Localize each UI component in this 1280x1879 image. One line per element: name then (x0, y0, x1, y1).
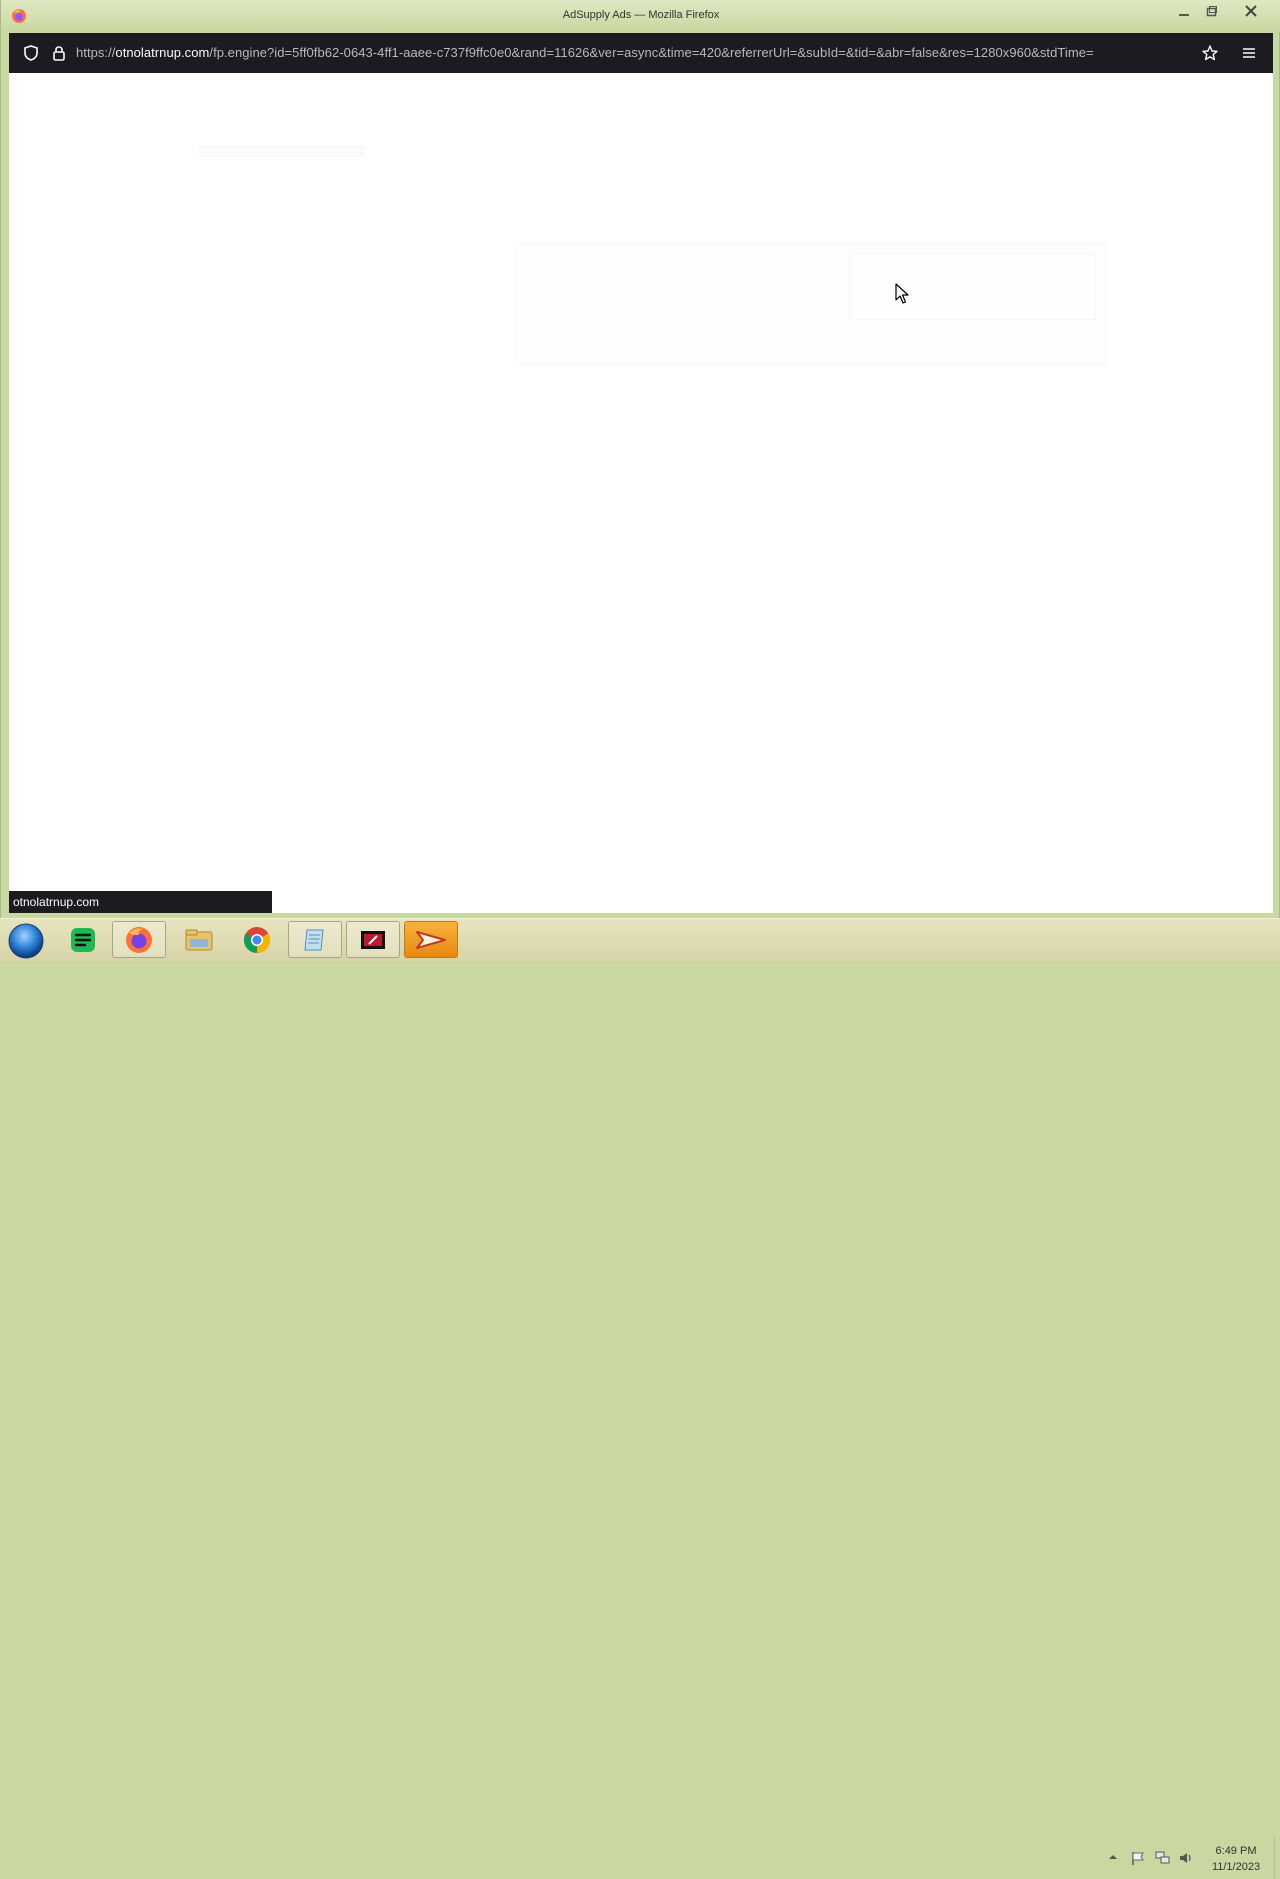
clock-time: 6:49 PM (1215, 1845, 1257, 1857)
taskbar-chrome[interactable] (230, 921, 284, 958)
window-title: AdSupply Ads — Mozilla Firefox (562, 9, 720, 21)
lock-icon[interactable] (50, 44, 68, 62)
browser-window: AdSupply Ads — Mozilla Firefox https://o… (0, 0, 1280, 918)
minimize-icon (1179, 14, 1189, 16)
minimize-button[interactable] (1171, 3, 1197, 19)
status-link-preview: otnolatrnup.com (9, 891, 272, 913)
page-content (9, 73, 1273, 913)
bookmark-star-icon[interactable] (1201, 44, 1219, 62)
taskbar-firefox[interactable] (112, 921, 166, 958)
navigation-bar: https://otnolatrnup.com/fp.engine?id=5ff… (9, 33, 1273, 73)
url-path: /fp.engine?id=5ff0fb62-0643-4ff1-aaee-c7… (209, 45, 1094, 60)
firefox-icon (126, 926, 152, 953)
network-icon[interactable] (1154, 1850, 1170, 1866)
taskbar-adsupply-app[interactable] (404, 921, 458, 958)
adsupply-app-icon (416, 930, 446, 949)
file-explorer-icon (185, 929, 213, 950)
start-button-icon[interactable] (6, 922, 46, 960)
taskbar-notepad[interactable] (288, 921, 342, 958)
show-desktop-button[interactable] (1274, 1837, 1280, 1879)
faint-ad-box[interactable] (849, 253, 1096, 320)
tracking-protection-shield-icon[interactable] (22, 44, 40, 62)
media-app-icon (361, 930, 385, 949)
chrome-icon (243, 926, 271, 953)
taskbar-file-explorer[interactable] (172, 921, 226, 958)
show-hidden-icons-arrow-icon[interactable] (1108, 1853, 1118, 1861)
volume-icon[interactable] (1178, 1850, 1194, 1866)
faint-heading (199, 145, 364, 157)
close-button[interactable] (1231, 3, 1271, 19)
taskbar-spotify[interactable] (56, 921, 110, 958)
url-scheme: https:// (76, 45, 116, 60)
hamburger-menu-icon[interactable] (1240, 44, 1258, 62)
url-bar[interactable]: https://otnolatrnup.com/fp.engine?id=5ff… (76, 45, 1196, 60)
taskbar: 6:49 PM 11/1/2023 (0, 918, 1280, 1879)
clock-date: 11/1/2023 (1211, 1861, 1261, 1873)
spotify-icon (71, 927, 95, 952)
url-domain: otnolatrnup.com (115, 45, 210, 60)
action-center-flag-icon[interactable] (1130, 1850, 1146, 1866)
mouse-cursor-icon (895, 283, 909, 304)
restore-button[interactable] (1199, 3, 1225, 19)
restore-icon (1206, 6, 1217, 17)
notepad-icon (304, 929, 324, 950)
system-clock[interactable]: 6:49 PM 11/1/2023 (1200, 1843, 1272, 1875)
close-icon (1245, 5, 1257, 17)
taskbar-media-app[interactable] (346, 921, 400, 958)
title-bar[interactable]: AdSupply Ads — Mozilla Firefox (1, 0, 1280, 32)
